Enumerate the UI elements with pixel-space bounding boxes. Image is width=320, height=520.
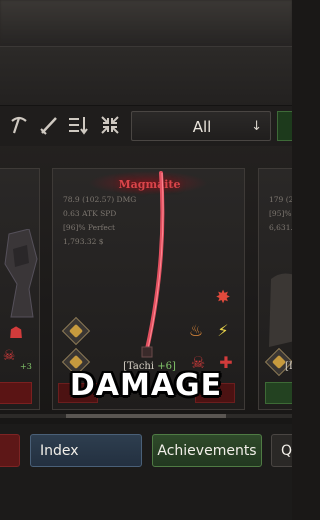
skull-icon: ☠ <box>2 348 16 364</box>
confirm-button-partial[interactable] <box>277 111 292 141</box>
rune-slot-1[interactable] <box>61 316 91 346</box>
fire-icon: ♨ <box>188 321 204 340</box>
header-strip <box>0 46 292 106</box>
lightning-sword-icon: ⚡ <box>217 321 229 340</box>
sword-icon[interactable] <box>38 114 60 136</box>
stat-perfect-right: [95]% <box>269 209 292 218</box>
filter-dropdown[interactable]: All ↓ <box>131 111 271 141</box>
tab-index[interactable]: Index <box>30 434 142 467</box>
scrollbar-thumb[interactable] <box>66 414 226 418</box>
stat-attack-speed: 0.63 ATK SPD <box>63 209 117 218</box>
sort-icon[interactable] <box>67 114 89 136</box>
collapse-icon[interactable] <box>99 114 121 136</box>
tab-partial-left[interactable] <box>0 434 20 467</box>
pickaxe-icon[interactable] <box>8 114 30 136</box>
game-screen: All ↓ ☗ ☠ +3 Magmaite 78.9 (102.57) DMG … <box>0 0 292 520</box>
stat-damage: 78.9 (102.57) DMG <box>63 195 137 204</box>
video-caption: DAMAGE <box>69 368 223 403</box>
magmaite-tachi-sprite <box>141 171 165 358</box>
stat-perfect: [96]% Perfect <box>63 223 116 232</box>
character-silhouette <box>269 273 292 347</box>
chevron-down-icon: ↓ <box>251 119 262 134</box>
tab-q[interactable]: Q <box>271 434 292 467</box>
explosion-icon: ✸ <box>215 287 231 308</box>
stat-value: 1,793.32 $ <box>63 237 104 246</box>
stat-value-right: 6,631.8 <box>269 223 292 232</box>
stat-damage-right: 179 (22 <box>269 195 292 204</box>
tab-achievements[interactable]: Achievements <box>152 434 262 467</box>
demon-icon: ☗ <box>8 323 24 342</box>
header-background <box>0 0 292 46</box>
character-silhouette <box>4 229 38 318</box>
